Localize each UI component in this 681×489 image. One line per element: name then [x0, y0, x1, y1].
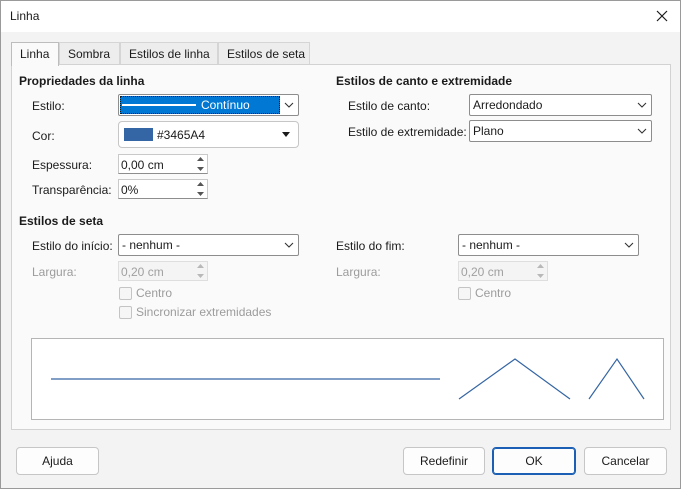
- chevron-down-icon: [633, 96, 650, 114]
- chevron-down-icon: [620, 236, 637, 254]
- corner-style-value: Arredondado: [473, 98, 543, 112]
- increment-button[interactable]: [192, 154, 208, 164]
- color-label: Cor:: [32, 129, 55, 143]
- decrement-button[interactable]: [532, 271, 548, 281]
- line-style-value: Contínuo: [201, 98, 250, 112]
- arrow-styles-heading: Estilos de seta: [19, 214, 104, 228]
- cap-style-select[interactable]: Plano: [469, 120, 652, 142]
- line-preview: [31, 338, 664, 420]
- tab-arrow-styles[interactable]: Estilos de seta: [218, 42, 310, 65]
- end-arrow-value: - nenhum -: [462, 238, 521, 252]
- preview-corner-line-large: [458, 358, 571, 400]
- center-label: Centro: [136, 286, 173, 300]
- cap-style-label: Estilo de extremidade:: [348, 125, 467, 139]
- style-label: Estilo:: [32, 99, 65, 113]
- increment-button[interactable]: [192, 179, 208, 189]
- caret-down-icon: [282, 132, 290, 137]
- start-style-label: Estilo do início:: [32, 239, 113, 253]
- transparency-label: Transparência:: [32, 183, 112, 197]
- decrement-button[interactable]: [192, 164, 208, 174]
- decrement-button[interactable]: [192, 189, 208, 199]
- chevron-up-icon: [196, 182, 204, 186]
- chevron-down-icon: [196, 274, 204, 278]
- increment-button[interactable]: [192, 261, 208, 271]
- chevron-up-icon: [536, 264, 544, 268]
- chevron-down-icon: [196, 167, 204, 171]
- dialog-title: Linha: [10, 9, 40, 23]
- corner-styles-heading: Estilos de canto e extremidade: [336, 74, 513, 88]
- start-arrow-select[interactable]: - nenhum -: [118, 234, 299, 256]
- corner-style-select[interactable]: Arredondado: [469, 94, 652, 116]
- end-width-label: Largura:: [336, 265, 381, 279]
- ok-button[interactable]: OK: [492, 447, 576, 475]
- line-width-spinbox[interactable]: 0,00 cm: [118, 154, 208, 174]
- color-value: #3465A4: [157, 128, 206, 142]
- checkbox-box: [119, 305, 132, 319]
- end-arrow-select[interactable]: - nenhum -: [458, 234, 639, 256]
- tab-line-styles[interactable]: Estilos de linha: [120, 42, 218, 65]
- line-sample: [122, 104, 196, 106]
- end-center-checkbox[interactable]: Centro: [458, 286, 511, 300]
- center-label: Centro: [475, 286, 512, 300]
- color-swatch: [124, 128, 153, 141]
- width-label: Espessura:: [32, 158, 93, 172]
- reset-button[interactable]: Redefinir: [403, 447, 485, 475]
- checkbox-box: [458, 286, 471, 300]
- sync-ends-checkbox[interactable]: Sincronizar extremidades: [119, 305, 271, 319]
- chevron-down-icon: [280, 96, 297, 114]
- line-style-select[interactable]: Contínuo: [118, 94, 299, 116]
- corner-style-label: Estilo de canto:: [348, 99, 431, 113]
- end-width-spinbox[interactable]: 0,20 cm: [458, 261, 548, 281]
- close-button[interactable]: [650, 5, 674, 27]
- chevron-up-icon: [196, 157, 204, 161]
- chevron-down-icon: [536, 274, 544, 278]
- decrement-button[interactable]: [192, 271, 208, 281]
- chevron-down-icon: [280, 236, 297, 254]
- preview-drawing: [51, 357, 645, 400]
- line-width-value: 0,00 cm: [121, 158, 164, 172]
- line-properties-heading: Propriedades da linha: [19, 74, 145, 88]
- start-width-spinbox[interactable]: 0,20 cm: [118, 261, 208, 281]
- tab-line[interactable]: Linha: [11, 42, 59, 66]
- cap-style-value: Plano: [473, 124, 504, 138]
- start-center-checkbox[interactable]: Centro: [119, 286, 172, 300]
- start-arrow-value: - nenhum -: [122, 238, 181, 252]
- color-dropdown[interactable]: #3465A4: [118, 121, 299, 148]
- start-width-value: 0,20 cm: [121, 265, 164, 279]
- chevron-down-icon: [196, 192, 204, 196]
- help-button[interactable]: Ajuda: [16, 447, 99, 475]
- preview-corner-line-small: [588, 357, 645, 400]
- end-style-label: Estilo do fim:: [336, 239, 405, 253]
- cancel-button[interactable]: Cancelar: [584, 447, 667, 475]
- chevron-down-icon: [633, 122, 650, 140]
- sync-ends-label: Sincronizar extremidades: [136, 305, 272, 319]
- chevron-up-icon: [196, 264, 204, 268]
- checkbox-box: [119, 286, 132, 300]
- close-icon: [656, 10, 668, 22]
- title-bar: Linha: [1, 1, 680, 32]
- line-dialog: Linha Linha Sombra Estilos de linha Esti…: [0, 0, 681, 489]
- transparency-spinbox[interactable]: 0%: [118, 179, 208, 199]
- tab-shadow[interactable]: Sombra: [59, 42, 120, 65]
- end-width-value: 0,20 cm: [461, 265, 504, 279]
- transparency-value: 0%: [121, 183, 139, 197]
- increment-button[interactable]: [532, 261, 548, 271]
- start-width-label: Largura:: [32, 265, 77, 279]
